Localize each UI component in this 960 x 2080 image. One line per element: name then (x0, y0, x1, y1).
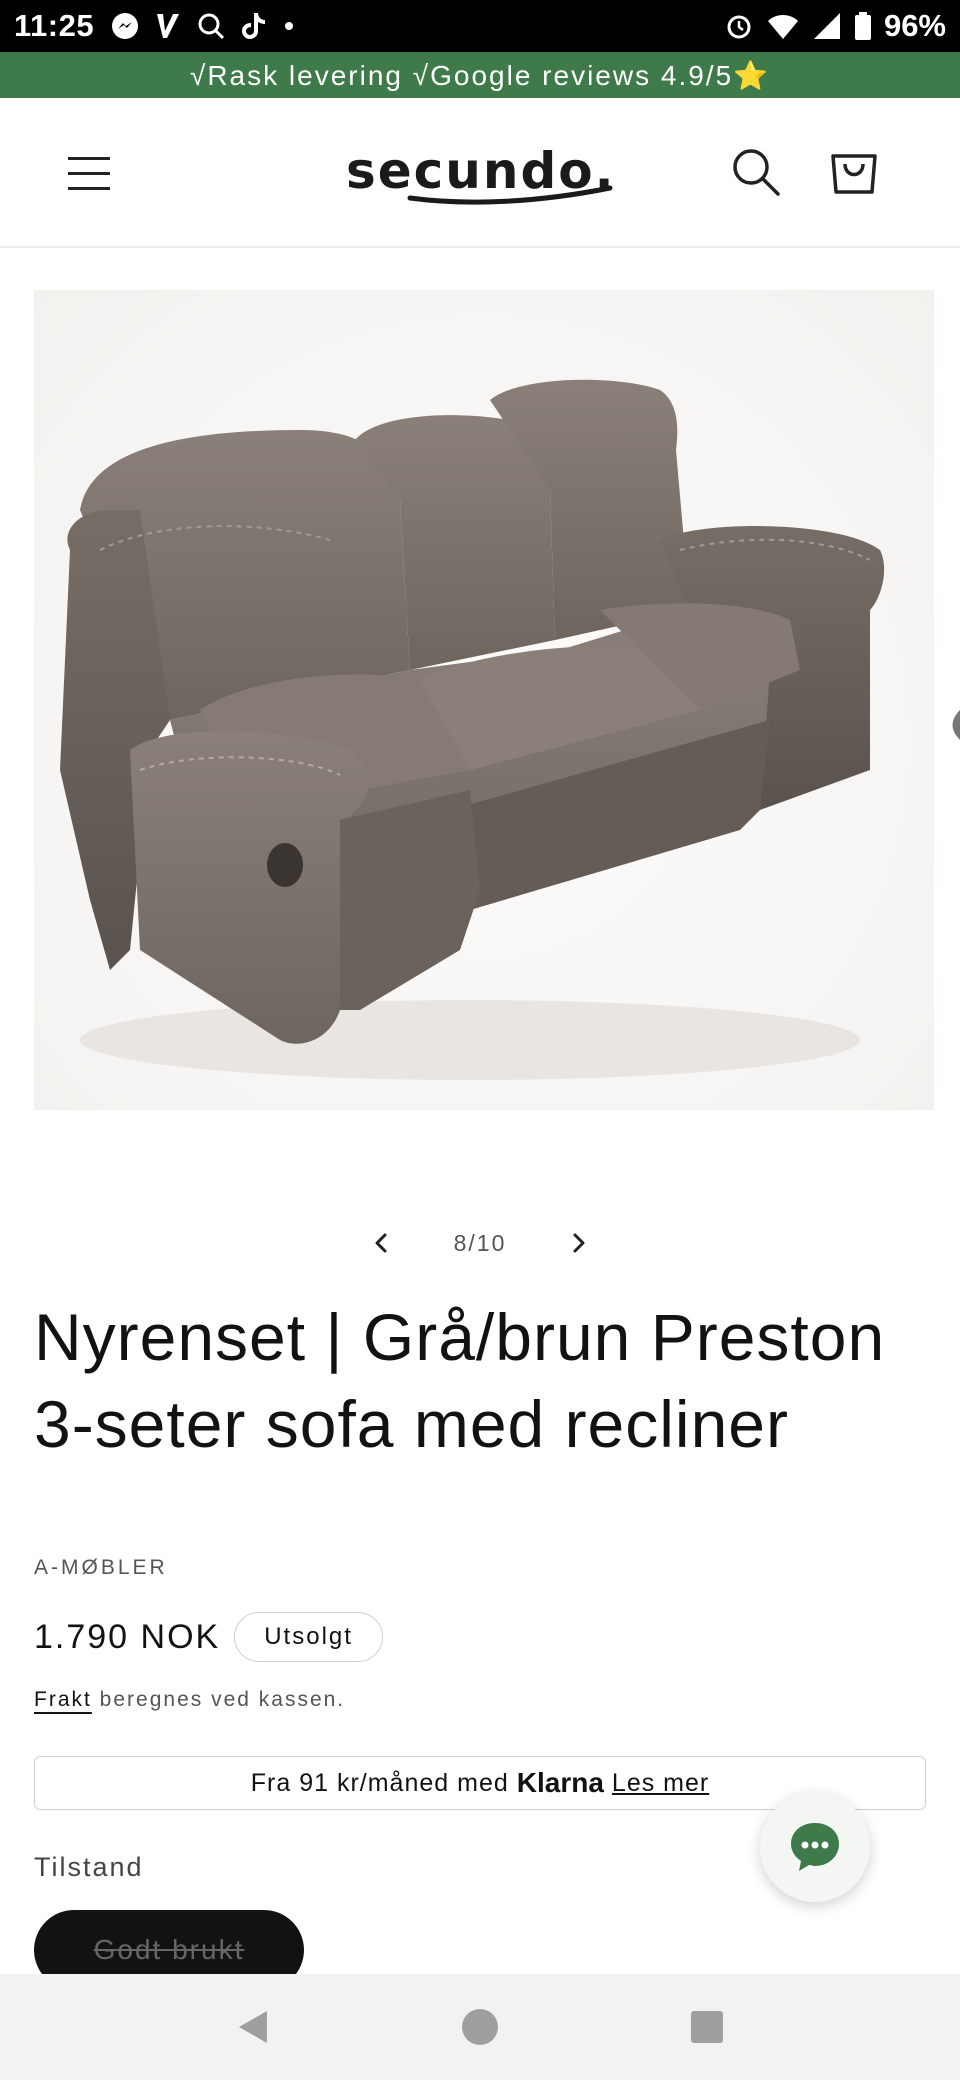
search-icon (733, 149, 780, 196)
v-app-icon (157, 14, 180, 38)
menu-icon (68, 157, 110, 160)
gallery-counter: 8/10 (453, 1229, 507, 1256)
status-time: 11:25 (14, 8, 95, 43)
site-header: secundo. (0, 98, 960, 248)
klarna-text: Fra 91 kr/måned med (250, 1768, 509, 1797)
status-bar: 11:25 96% (0, 0, 960, 52)
cart-icon (831, 154, 877, 194)
price-row: 1.790 NOK Utsolgt (34, 1612, 383, 1662)
search-icon (198, 13, 225, 40)
product-vendor: A-MØBLER (34, 1556, 168, 1579)
alarm-icon (727, 15, 751, 39)
chevron-left-icon (375, 1233, 387, 1253)
condition-option-label: Godt brukt (93, 1934, 245, 1965)
sofa-image (60, 379, 960, 1080)
nav-recents-button[interactable] (672, 1992, 742, 2062)
gallery-pager: 8/10 (360, 1218, 600, 1268)
shipping-link[interactable]: Frakt (34, 1688, 92, 1711)
cart-button[interactable] (826, 142, 882, 198)
recents-icon (690, 2011, 723, 2043)
logo-text: secundo. (346, 142, 616, 200)
system-nav-bar (0, 1974, 960, 2080)
gallery-prev-button[interactable] (360, 1221, 404, 1265)
product-image[interactable] (0, 250, 960, 1150)
condition-label: Tilstand (34, 1852, 144, 1882)
search-button[interactable] (728, 144, 784, 200)
klarna-logo: Klarna (516, 1767, 604, 1798)
shipping-text: beregnes ved kassen. (91, 1688, 346, 1711)
chat-button[interactable] (760, 1792, 870, 1902)
wifi-icon (767, 15, 798, 39)
battery-icon (854, 12, 871, 40)
nav-home-button[interactable] (445, 1992, 515, 2062)
product-title: Nyrenset | Grå/brun Preston 3-seter sofa… (34, 1300, 886, 1461)
logo[interactable]: secundo. (340, 130, 620, 210)
klarna-read-more-link[interactable]: Les mer (612, 1769, 709, 1798)
chevron-right-icon (573, 1233, 585, 1253)
home-icon (461, 2009, 498, 2045)
signal-icon (813, 13, 840, 39)
dot-icon (285, 22, 294, 30)
chat-bubble-icon (791, 1823, 839, 1871)
announcement-bar: √Rask levering √Google reviews 4.9/5⭐ (0, 52, 960, 98)
announcement-text: √Rask levering √Google reviews 4.9/5⭐ (189, 60, 771, 91)
shipping-info: Frakt beregnes ved kassen. (34, 1688, 345, 1712)
tiktok-icon (242, 13, 266, 39)
menu-button[interactable] (60, 143, 118, 203)
nav-back-button[interactable] (218, 1992, 288, 2062)
back-icon (239, 2011, 268, 2043)
sold-out-badge: Utsolgt (234, 1612, 383, 1662)
messenger-icon (112, 13, 139, 39)
gallery-next-button[interactable] (556, 1221, 600, 1265)
product-price: 1.790 NOK (34, 1617, 221, 1656)
battery-level: 96% (883, 8, 946, 43)
